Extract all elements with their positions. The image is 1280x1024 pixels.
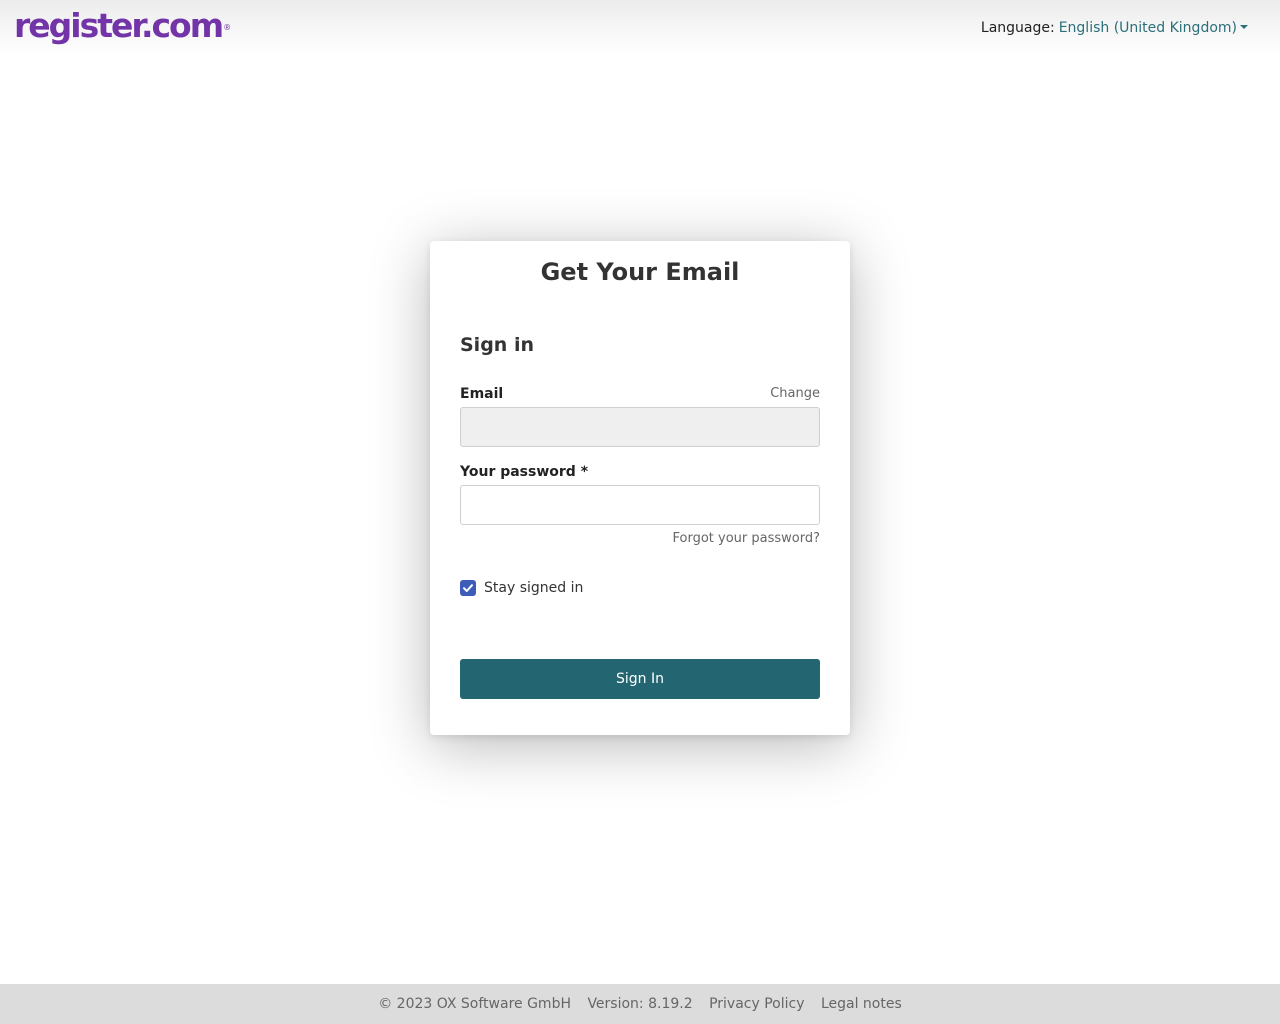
email-label: Email [460, 386, 504, 402]
copyright-text: © 2023 OX Software GmbH [378, 996, 571, 1012]
privacy-policy-link[interactable]: Privacy Policy [709, 996, 804, 1012]
registered-mark: ® [223, 23, 232, 32]
version-text: Version: 8.19.2 [587, 996, 693, 1012]
language-label: Language: [980, 20, 1055, 36]
top-header: register.com® Language: English (United K… [0, 0, 1280, 56]
legal-notes-link[interactable]: Legal notes [821, 996, 902, 1012]
language-selector: Language: English (United Kingdom) [981, 19, 1248, 37]
sign-in-heading: Sign in [460, 334, 534, 356]
login-card: Get Your Email Sign in Email Change Your… [430, 241, 850, 735]
logo-text: register.com [14, 6, 224, 45]
sign-in-button[interactable]: Sign In [460, 659, 820, 699]
stay-signed-in-label[interactable]: Stay signed in [484, 579, 583, 597]
password-label: Your password * [460, 464, 589, 480]
stay-signed-in-checkbox[interactable] [460, 580, 476, 596]
register-com-logo[interactable]: register.com® [14, 6, 232, 46]
language-dropdown[interactable]: English (United Kingdom) [1059, 20, 1248, 36]
footer: © 2023 OX Software GmbH Version: 8.19.2 … [0, 984, 1280, 1024]
email-field[interactable] [460, 407, 820, 447]
change-email-link[interactable]: Change [770, 385, 820, 403]
password-field[interactable] [460, 485, 820, 525]
chevron-down-icon [1240, 25, 1248, 29]
checkmark-icon [463, 584, 473, 592]
language-value: English (United Kingdom) [1058, 20, 1237, 36]
forgot-password-link[interactable]: Forgot your password? [672, 530, 820, 548]
page-title: Get Your Email [540, 258, 740, 286]
